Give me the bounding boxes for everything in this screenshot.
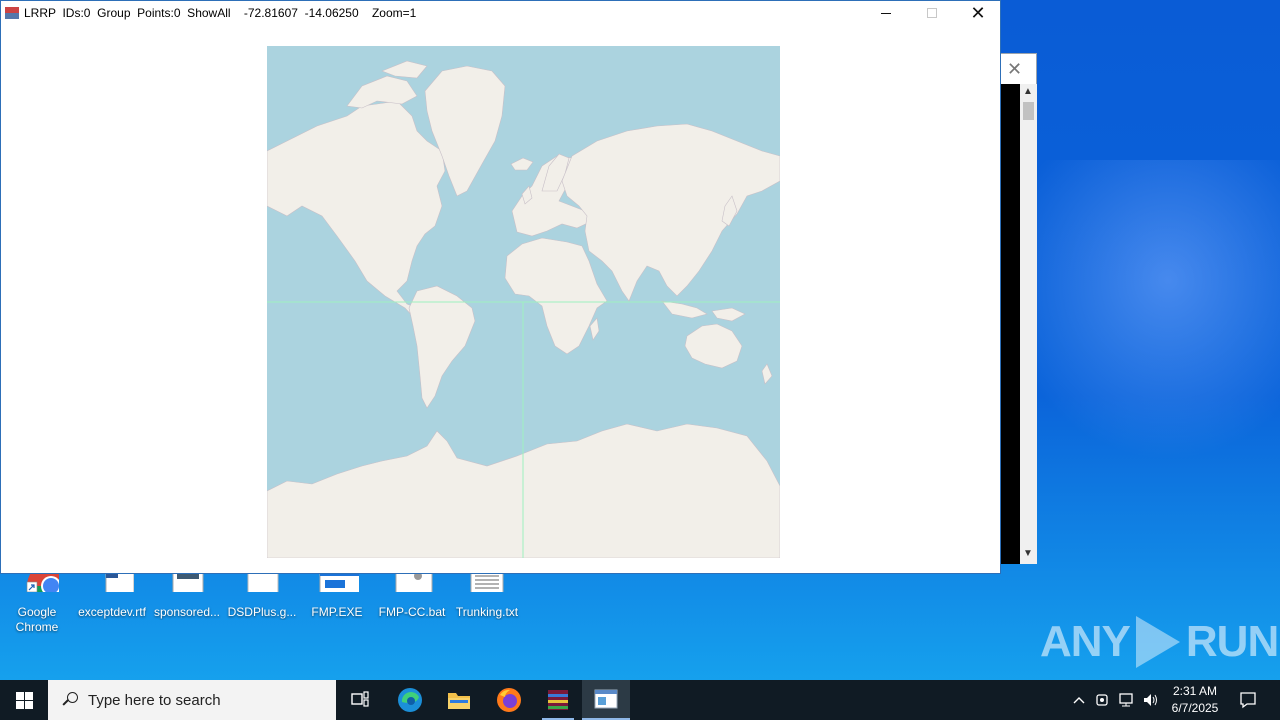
start-button[interactable] <box>0 680 48 720</box>
task-view-button[interactable] <box>336 680 384 720</box>
desktop-icon-label: Google Chrome <box>15 605 59 634</box>
title-bar[interactable]: LRRP IDs:0 Group Points:0 ShowAll -72.81… <box>1 1 1000 25</box>
taskbar: Type here to search 2:31 AM 6/7/2025 <box>0 680 1280 720</box>
close-button[interactable]: ✕ <box>955 1 1001 25</box>
speaker-icon <box>1144 694 1157 706</box>
minimize-button[interactable] <box>863 1 909 25</box>
edge-taskbar-button[interactable] <box>386 680 434 720</box>
background-console-window[interactable]: ✕ ▲ ▼ <box>1000 53 1037 564</box>
search-icon <box>62 691 80 709</box>
notifications-button[interactable] <box>1230 680 1266 720</box>
watermark-left: ANY <box>1040 617 1131 666</box>
task-view-icon <box>351 691 369 707</box>
world-map-canvas[interactable] <box>267 46 780 558</box>
lrrp-window[interactable]: LRRP IDs:0 Group Points:0 ShowAll -72.81… <box>0 0 1001 574</box>
volume-button[interactable] <box>1140 680 1162 720</box>
maximize-button[interactable] <box>909 1 955 25</box>
notification-icon <box>1240 692 1256 709</box>
firefox-button[interactable] <box>485 680 533 720</box>
desktop-icon-label: sponsored... <box>153 605 221 619</box>
show-hidden-icons-button[interactable] <box>1068 680 1090 720</box>
desktop-icon-label: FMP-CC.bat <box>378 605 446 619</box>
maximize-icon <box>927 8 937 18</box>
meet-now-button[interactable] <box>1093 680 1113 720</box>
desktop-icon-label: Trunking.txt <box>455 605 519 619</box>
scroll-up-icon[interactable]: ▲ <box>1023 86 1033 97</box>
window-title: LRRP IDs:0 Group Points:0 ShowAll -72.81… <box>24 6 417 20</box>
watermark-right: RUN <box>1185 617 1279 666</box>
winrar-button[interactable] <box>534 680 582 720</box>
windows-logo-icon <box>15 691 33 709</box>
taskbar-clock[interactable]: 2:31 AM 6/7/2025 <box>1166 683 1224 717</box>
clock-date: 6/7/2025 <box>1171 701 1219 715</box>
app-window-icon <box>594 689 618 709</box>
desktop-icon-label: exceptdev.rtf <box>78 605 146 619</box>
winrar-icon <box>548 690 568 710</box>
app-icon <box>5 7 19 19</box>
firefox-icon <box>497 688 521 712</box>
network-icon <box>1119 693 1133 707</box>
scroll-down-icon[interactable]: ▼ <box>1023 548 1033 559</box>
play-logo-icon <box>1135 616 1180 668</box>
console-scrollbar[interactable]: ▲ ▼ <box>1020 84 1037 564</box>
file-explorer-button[interactable] <box>435 680 483 720</box>
camera-icon <box>1096 694 1108 706</box>
console-output-area <box>1001 84 1020 564</box>
taskbar-search-box[interactable]: Type here to search <box>48 680 336 720</box>
network-button[interactable] <box>1116 680 1138 720</box>
clock-time: 2:31 AM <box>1172 684 1218 698</box>
search-placeholder: Type here to search <box>88 691 221 709</box>
close-icon: ✕ <box>970 2 986 23</box>
lrrp-app-taskbar-button[interactable] <box>582 680 630 720</box>
desktop-icon-label: FMP.EXE <box>311 605 363 619</box>
desktop-glow <box>1000 160 1280 460</box>
desktop-icon-label: DSDPlus.g... <box>227 605 297 619</box>
edge-icon <box>398 688 422 712</box>
anyrun-watermark: ANY RUN <box>1040 612 1279 672</box>
world-map[interactable] <box>267 46 780 558</box>
console-close-icon[interactable]: ✕ <box>1007 56 1022 82</box>
chevron-up-icon <box>1073 697 1085 704</box>
minimize-icon <box>881 12 891 14</box>
file-explorer-icon <box>448 693 470 709</box>
scroll-thumb[interactable] <box>1023 102 1034 120</box>
